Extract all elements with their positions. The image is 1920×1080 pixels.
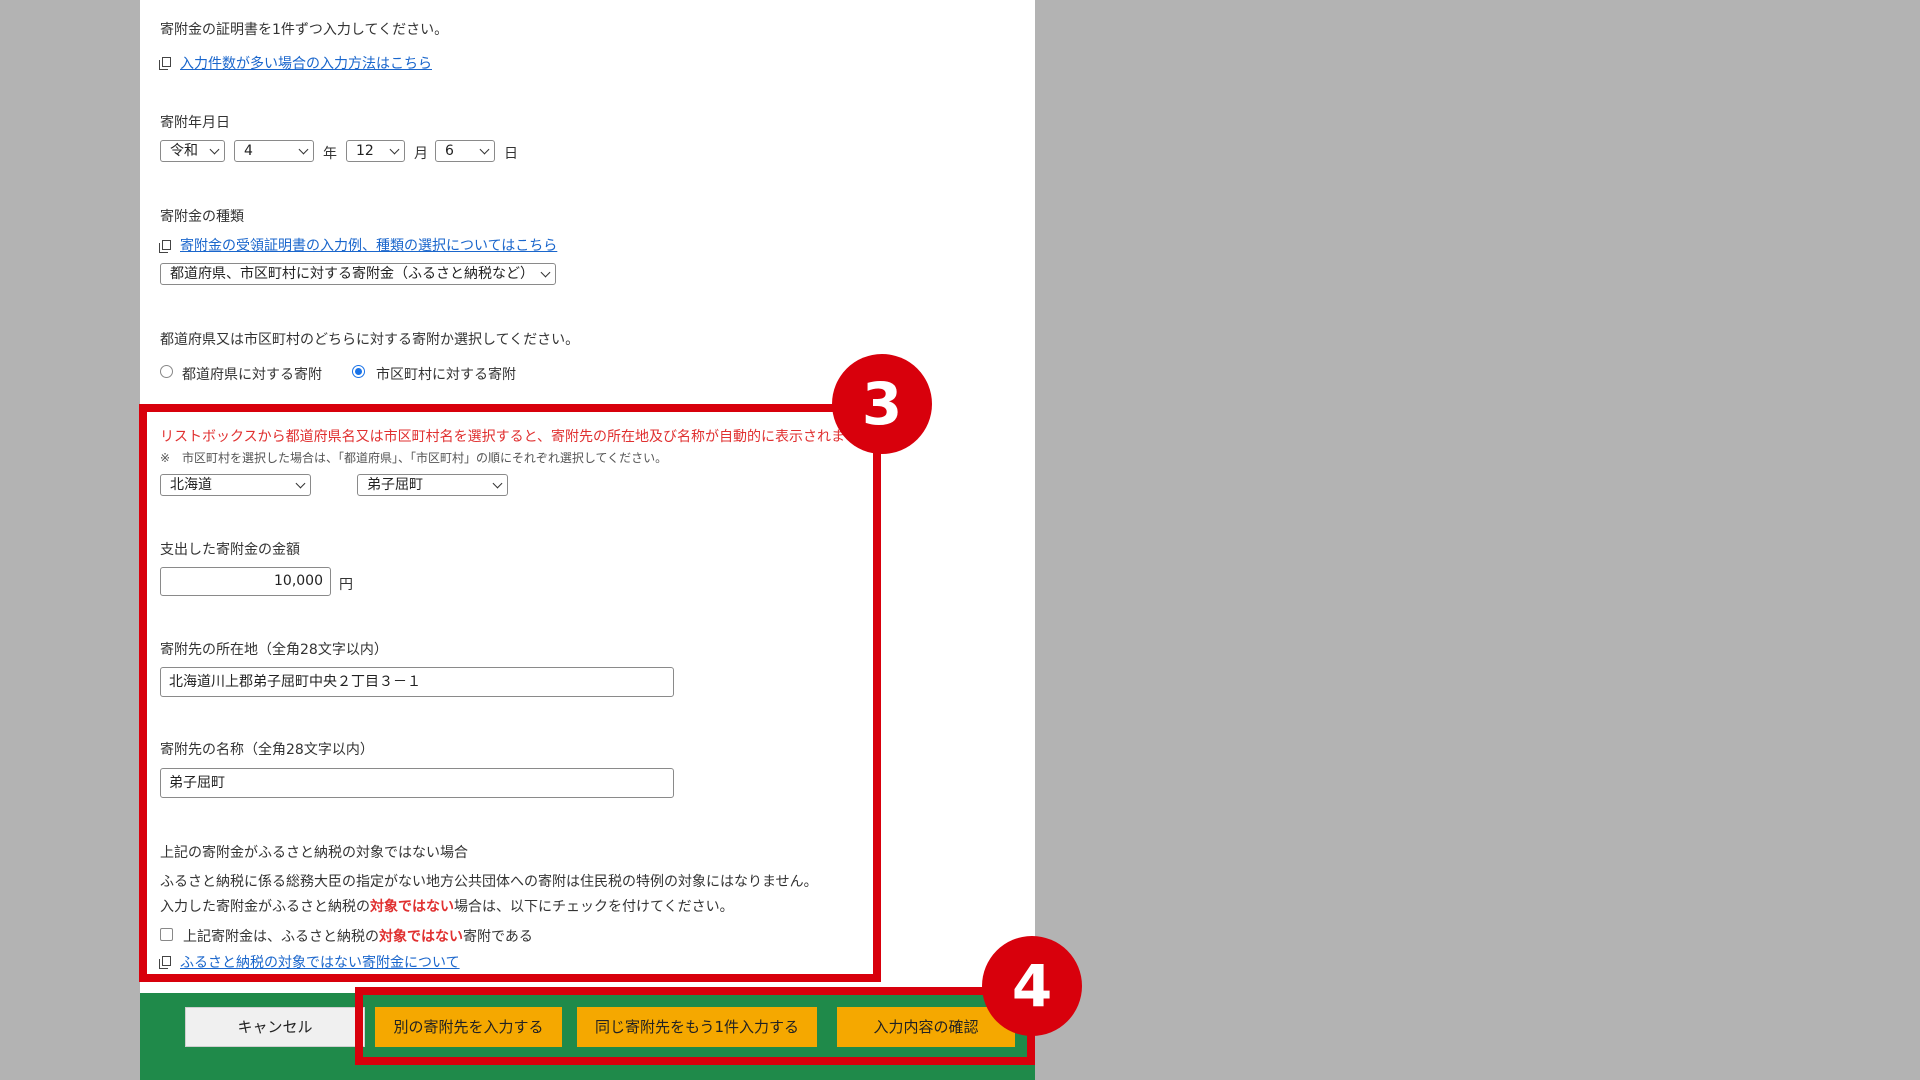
step-badge-3: 3 bbox=[832, 354, 932, 454]
radio-municipality-label: 市区町村に対する寄附 bbox=[376, 367, 516, 383]
checkbox-label-emphasis: 対象ではない bbox=[379, 929, 463, 945]
radio-prefecture-label: 都道府県に対する寄附 bbox=[182, 367, 322, 383]
prefecture-select[interactable]: 北海道 bbox=[160, 474, 311, 496]
radio-prefecture[interactable] bbox=[160, 365, 173, 378]
not-target-emphasis: 対象ではない bbox=[370, 899, 454, 915]
same-recipient-button[interactable]: 同じ寄附先をもう1件入力する bbox=[577, 1007, 817, 1047]
era-value: 令和 bbox=[170, 143, 198, 159]
month-value: 12 bbox=[356, 143, 374, 159]
chevron-down-icon bbox=[492, 478, 503, 489]
not-target-checkbox[interactable] bbox=[160, 928, 173, 941]
not-target-description: ふるさと納税に係る総務大臣の指定がない地方公共団体への寄附は住民税の特例の対象に… bbox=[160, 874, 818, 890]
not-target-heading: 上記の寄附金がふるさと納税の対象ではない場合 bbox=[160, 845, 468, 861]
checkbox-label-b: 寄附である bbox=[463, 929, 533, 945]
document-icon bbox=[159, 956, 171, 969]
document-icon bbox=[159, 240, 171, 253]
not-target-instruction-a: 入力した寄附金がふるさと納税の bbox=[160, 899, 370, 915]
document-icon bbox=[159, 57, 171, 70]
amount-label: 支出した寄附金の金額 bbox=[160, 542, 300, 558]
another-recipient-button[interactable]: 別の寄附先を入力する bbox=[375, 1007, 562, 1047]
address-label: 寄附先の所在地（全角28文字以内） bbox=[160, 642, 388, 658]
year-unit: 年 bbox=[323, 146, 337, 162]
checkbox-label-a: 上記寄附金は、ふるさと納税の bbox=[183, 929, 379, 945]
footer-bar: キャンセル 別の寄附先を入力する 同じ寄附先をもう1件入力する 入力内容の確認 bbox=[140, 993, 1035, 1080]
name-label: 寄附先の名称（全角28文字以内） bbox=[160, 742, 374, 758]
amount-unit: 円 bbox=[339, 577, 353, 593]
chevron-down-icon bbox=[295, 478, 306, 489]
date-label: 寄附年月日 bbox=[160, 115, 230, 131]
chevron-down-icon bbox=[389, 144, 400, 155]
target-question: 都道府県又は市区町村のどちらに対する寄附か選択してください。 bbox=[160, 332, 580, 348]
not-target-instruction: 入力した寄附金がふるさと納税の対象ではない場合は、以下にチェックを付けてください… bbox=[160, 896, 734, 916]
day-unit: 日 bbox=[504, 146, 518, 162]
chevron-down-icon bbox=[298, 144, 309, 155]
type-label: 寄附金の種類 bbox=[160, 209, 244, 225]
not-target-instruction-b: 場合は、以下にチェックを付けてください。 bbox=[454, 899, 734, 915]
chevron-down-icon bbox=[540, 267, 551, 278]
form-panel: 寄附金の証明書を1件ずつ入力してください。 入力件数が多い場合の入力方法はこちら… bbox=[140, 0, 1035, 993]
address-input[interactable]: 北海道川上郡弟子屈町中央２丁目３－１ bbox=[160, 667, 674, 697]
cancel-button[interactable]: キャンセル bbox=[185, 1007, 365, 1047]
donation-type-select[interactable]: 都道府県、市区町村に対する寄附金（ふるさと納税など） bbox=[160, 263, 556, 285]
donation-type-value: 都道府県、市区町村に対する寄附金（ふるさと納税など） bbox=[170, 266, 534, 282]
type-help-link[interactable]: 寄附金の受領証明書の入力例、種類の選択についてはこちら bbox=[180, 235, 557, 255]
era-select[interactable]: 令和 bbox=[160, 140, 225, 162]
year-value: 4 bbox=[244, 143, 253, 159]
listbox-notice: リストボックスから都道府県名又は市区町村名を選択すると、寄附先の所在地及び名称が… bbox=[160, 429, 844, 445]
listbox-note: ※ 市区町村を選択した場合は、「都道府県」、「市区町村」の順にそれぞれ選択してく… bbox=[160, 451, 668, 465]
month-unit: 月 bbox=[414, 146, 428, 162]
not-target-checkbox-label: 上記寄附金は、ふるさと納税の対象ではない寄附である bbox=[183, 926, 533, 946]
prefecture-value: 北海道 bbox=[170, 477, 212, 493]
amount-input[interactable]: 10,000 bbox=[160, 567, 331, 596]
municipality-value: 弟子屈町 bbox=[367, 477, 423, 493]
many-entries-link[interactable]: 入力件数が多い場合の入力方法はこちら bbox=[180, 53, 432, 73]
year-select[interactable]: 4 bbox=[234, 140, 314, 162]
day-select[interactable]: 6 bbox=[435, 140, 495, 162]
day-value: 6 bbox=[445, 143, 454, 159]
radio-municipality[interactable] bbox=[352, 365, 365, 378]
intro-text: 寄附金の証明書を1件ずつ入力してください。 bbox=[160, 22, 449, 38]
chevron-down-icon bbox=[209, 144, 220, 155]
municipality-select[interactable]: 弟子屈町 bbox=[357, 474, 508, 496]
month-select[interactable]: 12 bbox=[346, 140, 405, 162]
confirm-button[interactable]: 入力内容の確認 bbox=[837, 1007, 1015, 1047]
name-input[interactable]: 弟子屈町 bbox=[160, 768, 674, 798]
not-target-link[interactable]: ふるさと納税の対象ではない寄附金について bbox=[180, 952, 460, 972]
chevron-down-icon bbox=[479, 144, 490, 155]
step-badge-4: 4 bbox=[982, 936, 1082, 1036]
